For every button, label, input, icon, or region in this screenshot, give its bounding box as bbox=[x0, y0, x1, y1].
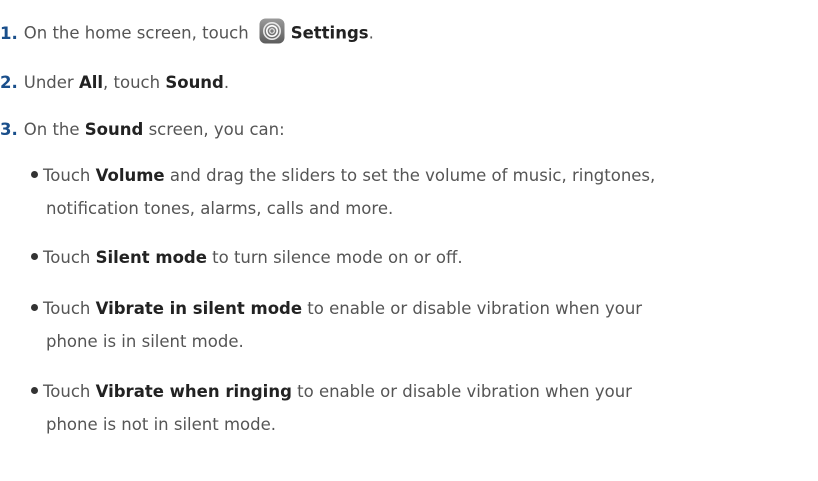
settings-label: Settings bbox=[290, 23, 369, 43]
bullet-icon bbox=[31, 387, 38, 394]
bullet-vibrate-ringing: Touch Vibrate when ringing to enable or … bbox=[31, 380, 632, 404]
step-number: 1. bbox=[0, 23, 18, 43]
bullet-lead: Touch bbox=[43, 299, 91, 318]
bullet-vibrate-ringing-continued: phone is not in silent mode. bbox=[46, 413, 276, 437]
bullet-text: notification tones, alarms, calls and mo… bbox=[46, 199, 394, 218]
bullet-lead: Touch bbox=[43, 166, 91, 185]
vibrate-silent-label: Vibrate in silent mode bbox=[95, 299, 303, 318]
instruction-document: 1. On the home screen, touch Settings. 2.… bbox=[0, 0, 818, 481]
sound-label: Sound bbox=[84, 120, 144, 139]
volume-label: Volume bbox=[95, 166, 165, 185]
bullet-text: phone is in silent mode. bbox=[46, 332, 244, 351]
all-label: All bbox=[78, 73, 104, 92]
step-text: On the home screen, touch bbox=[23, 23, 249, 43]
step-punct: . bbox=[368, 23, 374, 43]
bullet-vibrate-silent-continued: phone is in silent mode. bbox=[46, 330, 244, 354]
step-number: 3. bbox=[0, 120, 18, 139]
sound-label: Sound bbox=[165, 73, 224, 92]
bullet-icon bbox=[31, 304, 38, 311]
bullet-text: to enable or disable vibration when your bbox=[297, 382, 632, 401]
step-text: screen, you can: bbox=[148, 120, 285, 139]
bullet-vibrate-silent: Touch Vibrate in silent mode to enable o… bbox=[31, 297, 642, 321]
bullet-text: to enable or disable vibration when your bbox=[307, 299, 643, 318]
step-punct: . bbox=[223, 73, 230, 92]
step-number: 2. bbox=[0, 73, 18, 92]
step-text: On the bbox=[23, 120, 80, 139]
silent-mode-label: Silent mode bbox=[95, 248, 207, 267]
bullet-lead: Touch bbox=[43, 248, 91, 267]
bullet-icon bbox=[31, 171, 38, 178]
vibrate-ringing-label: Vibrate when ringing bbox=[95, 382, 292, 401]
bullet-silent-mode: Touch Silent mode to turn silence mode o… bbox=[31, 246, 463, 270]
bullet-text: phone is not in silent mode. bbox=[46, 415, 276, 434]
bullet-icon bbox=[31, 253, 38, 260]
bullet-lead: Touch bbox=[43, 382, 91, 401]
bullet-text: and drag the sliders to set the volume o… bbox=[169, 166, 656, 185]
step-2: 2. Under All, touch Sound. bbox=[0, 71, 229, 95]
step-text: Under bbox=[23, 73, 74, 92]
bullet-text: to turn silence mode on or off. bbox=[212, 248, 463, 267]
step-3: 3. On the Sound screen, you can: bbox=[0, 118, 285, 142]
step-1: 1. On the home screen, touch Settings. bbox=[0, 18, 374, 47]
settings-gear-icon bbox=[259, 18, 285, 44]
bullet-volume-continued: notification tones, alarms, calls and mo… bbox=[46, 197, 393, 221]
bullet-volume: Touch Volume and drag the sliders to set… bbox=[31, 164, 655, 188]
step-text: , touch bbox=[103, 73, 161, 92]
